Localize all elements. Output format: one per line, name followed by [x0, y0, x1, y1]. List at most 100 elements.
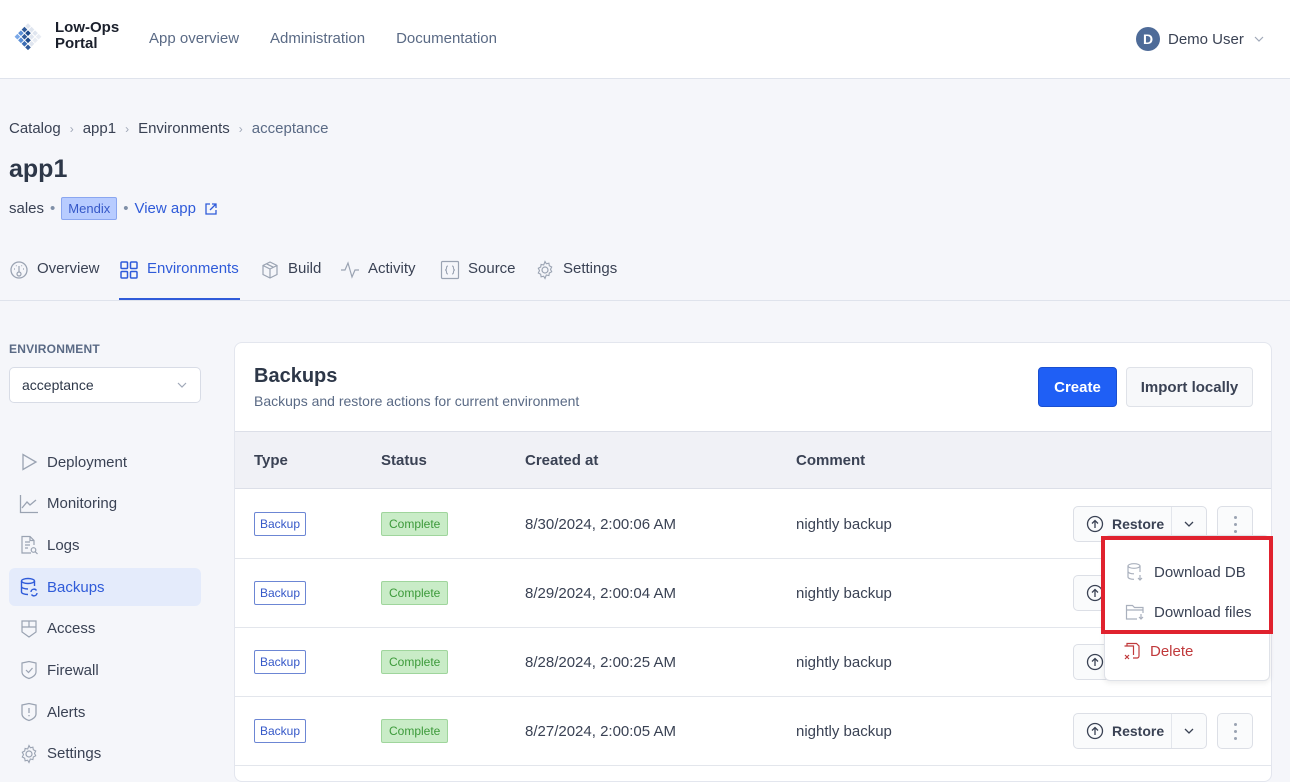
tab-source[interactable]: Source: [440, 254, 516, 300]
chart-line-icon: [19, 494, 38, 513]
environment-selected: acceptance: [22, 377, 94, 393]
tab-label: Environments: [147, 260, 239, 277]
menu-item-download-files[interactable]: Download files: [1125, 602, 1252, 622]
status-cell: Complete: [381, 697, 449, 765]
app-meta: sales • Mendix • View app: [9, 197, 218, 220]
tab-label: Activity: [368, 260, 416, 277]
sidebar-item-access[interactable]: Access: [9, 610, 201, 648]
type-badge: Backup: [254, 581, 307, 605]
comment-cell: nightly backup: [796, 653, 892, 671]
tab-settings[interactable]: Settings: [535, 254, 617, 300]
restore-icon: [1086, 584, 1104, 602]
tab-label: Build: [288, 260, 322, 277]
created-at-cell: 8/28/2024, 2:00:25 AM: [525, 653, 676, 671]
view-app-label: View app: [134, 200, 196, 217]
nav-administration[interactable]: Administration: [270, 30, 365, 47]
menu-item-delete[interactable]: Delete: [1123, 642, 1193, 660]
logo[interactable]: Low-Ops Portal: [8, 16, 119, 56]
column-header-status: Status: [381, 452, 427, 469]
more-actions-button[interactable]: [1217, 713, 1253, 749]
sidebar-item-label: Alerts: [47, 703, 86, 721]
tab-activity[interactable]: Activity: [340, 254, 416, 300]
tab-overview[interactable]: Overview: [9, 254, 100, 300]
menu-item-download-db[interactable]: Download DB: [1125, 562, 1246, 582]
comment-cell: nightly backup: [796, 515, 892, 533]
sidebar-item-backups[interactable]: Backups: [9, 568, 201, 607]
shield-alert-icon: [21, 702, 37, 722]
type-badge: Backup: [254, 512, 307, 536]
breadcrumb-catalog[interactable]: Catalog: [9, 120, 61, 137]
logo-line1: Low-Ops: [55, 19, 120, 36]
view-app-link[interactable]: View app: [134, 200, 217, 217]
nav-documentation[interactable]: Documentation: [396, 30, 497, 47]
status-badge: Complete: [381, 581, 449, 605]
chevron-down-icon: [177, 382, 187, 388]
logo-line2: Portal: [55, 35, 98, 52]
tab-build[interactable]: Build: [260, 254, 321, 300]
breadcrumb-environments[interactable]: Environments: [138, 120, 230, 137]
type-cell: Backup: [254, 490, 307, 558]
sidebar-item-monitoring[interactable]: Monitoring: [9, 485, 201, 523]
sidebar-item-settings[interactable]: Settings: [9, 735, 201, 773]
import-locally-button[interactable]: Import locally: [1126, 367, 1253, 407]
nav-app-overview[interactable]: App overview: [149, 30, 239, 47]
database-download-icon: [1127, 563, 1143, 581]
chevron-down-icon: [1184, 728, 1194, 734]
breadcrumb-app[interactable]: app1: [83, 120, 116, 137]
create-button[interactable]: Create: [1038, 367, 1117, 407]
sidebar-item-alerts[interactable]: Alerts: [9, 693, 201, 731]
team-label: sales: [9, 200, 45, 217]
sidebar-item-label: Deployment: [47, 453, 128, 471]
tab-environments[interactable]: Environments: [119, 254, 240, 300]
logo-icon: [14, 23, 42, 51]
created-at-cell: 8/30/2024, 2:00:06 AM: [525, 515, 676, 533]
type-badge: Backup: [254, 719, 307, 743]
sidebar-item-firewall[interactable]: Firewall: [9, 651, 201, 689]
sidebar-item-label: Backups: [47, 578, 105, 596]
table-row: Backup Complete 8/27/2024, 2:00:05 AM night…: [235, 697, 1271, 766]
top-bar: Low-Ops Portal App overview Administrati…: [0, 0, 1290, 79]
environment-select[interactable]: acceptance: [9, 367, 201, 403]
database-sync-icon: [20, 577, 38, 597]
type-cell: Backup: [254, 559, 307, 627]
tab-bar: Overview Environments Build Activity Sou…: [0, 254, 1290, 301]
separator-dot: •: [50, 200, 56, 217]
table-header: Type Status Created at Comment: [235, 431, 1271, 489]
sidebar-item-logs[interactable]: Logs: [9, 526, 201, 564]
type-cell: Backup: [254, 697, 307, 765]
tab-label: Source: [468, 260, 516, 277]
kebab-dot: [1233, 522, 1237, 526]
menu-item-label: Delete: [1150, 642, 1194, 660]
delete-icon: [1124, 642, 1140, 660]
comment-cell: nightly backup: [796, 584, 892, 602]
kebab-dot: [1233, 736, 1237, 740]
restore-icon: [1086, 722, 1104, 740]
page-title: app1: [9, 155, 68, 183]
grid-icon: [120, 261, 138, 279]
card-subtitle: Backups and restore actions for current …: [254, 393, 580, 409]
column-header-type: Type: [254, 452, 288, 469]
user-menu[interactable]: D Demo User: [1136, 27, 1265, 51]
kebab-dot: [1233, 729, 1237, 733]
type-badge: Backup: [254, 650, 307, 674]
restore-split-button: Restore: [1073, 713, 1207, 749]
sidebar-item-label: Firewall: [47, 661, 99, 679]
status-badge: Complete: [381, 650, 449, 674]
created-at-cell: 8/27/2024, 2:00:05 AM: [525, 722, 676, 740]
gear-icon: [537, 260, 553, 280]
sidebar-item-deployment[interactable]: Deployment: [9, 443, 201, 481]
restore-button[interactable]: Restore: [1074, 714, 1172, 748]
status-cell: Complete: [381, 559, 449, 627]
play-icon: [22, 453, 38, 471]
created-at-cell: 8/29/2024, 2:00:04 AM: [525, 584, 676, 602]
platform-badge: Mendix: [61, 197, 118, 220]
restore-icon: [1086, 515, 1104, 533]
chevron-right-icon: ›: [125, 121, 130, 136]
gauge-icon: [10, 261, 28, 279]
restore-options-toggle[interactable]: [1172, 714, 1206, 748]
status-badge: Complete: [381, 719, 449, 743]
tab-label: Overview: [37, 260, 100, 277]
user-name: Demo User: [1168, 30, 1244, 48]
restore-icon: [1086, 653, 1104, 671]
kebab-dot: [1233, 722, 1237, 726]
